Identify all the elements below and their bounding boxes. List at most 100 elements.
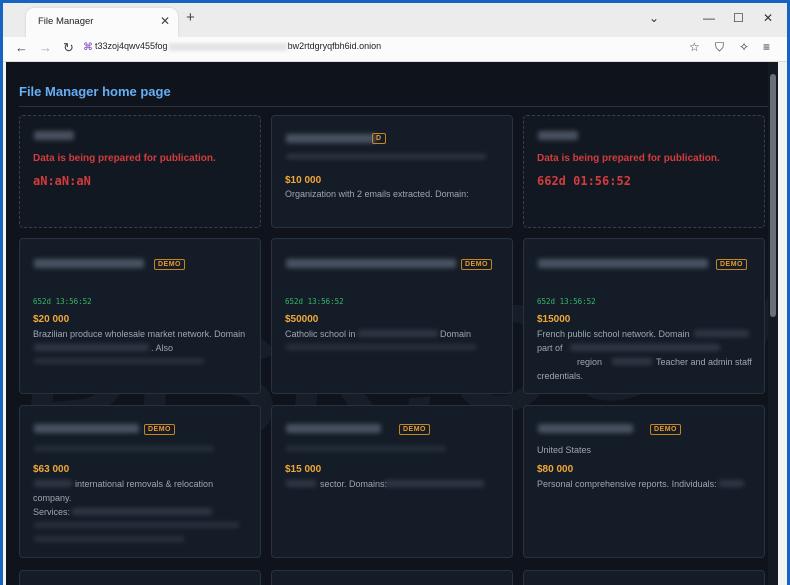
scrollbar[interactable] bbox=[768, 62, 778, 585]
menu-icon[interactable]: ≡ bbox=[763, 40, 770, 54]
description-line-1: sector. Domains: bbox=[320, 479, 388, 489]
price: $15000 bbox=[537, 314, 571, 325]
redacted-text bbox=[34, 536, 184, 542]
redacted-text bbox=[719, 480, 744, 487]
page-content: RISK.COM File Manager home page Data is … bbox=[6, 62, 778, 585]
reload-icon[interactable]: ↻ bbox=[63, 40, 74, 56]
redacted-title bbox=[538, 131, 578, 140]
card-9[interactable]: DEMO United States $80 000 Personal comp… bbox=[523, 405, 765, 558]
description-line-2: company. bbox=[33, 493, 72, 503]
close-window-icon[interactable]: ✕ bbox=[763, 11, 773, 25]
redacted-title bbox=[34, 259, 144, 268]
redacted-text bbox=[694, 330, 749, 337]
demo-badge: DEMO bbox=[144, 424, 175, 435]
description: Organization with 2 emails extracted. Do… bbox=[285, 189, 469, 199]
card-11[interactable] bbox=[271, 570, 513, 585]
redacted-text bbox=[72, 508, 212, 515]
description-line-1: Catholic school in bbox=[285, 329, 356, 339]
card-10[interactable] bbox=[19, 570, 261, 585]
description-line-1: Brazilian produce wholesale market netwo… bbox=[33, 329, 246, 339]
card-12[interactable] bbox=[523, 570, 765, 585]
description-line-3: region bbox=[577, 357, 603, 367]
browser-tab[interactable]: File Manager ✕ bbox=[26, 8, 178, 37]
countdown: aN:aN:aN bbox=[33, 174, 91, 188]
description-line-1: international removals & relocation bbox=[75, 479, 214, 489]
timer: 652d 13:56:52 bbox=[537, 297, 596, 306]
redacted-text bbox=[34, 480, 72, 487]
close-tab-icon[interactable]: ✕ bbox=[160, 14, 170, 28]
price: $50000 bbox=[285, 314, 319, 325]
price: $20 000 bbox=[33, 314, 70, 325]
redacted-title bbox=[538, 259, 708, 268]
minimize-icon[interactable]: — bbox=[703, 11, 715, 25]
countdown: 662d 01:56:52 bbox=[537, 174, 631, 188]
demo-badge: DEMO bbox=[461, 259, 492, 270]
new-tab-icon[interactable]: + bbox=[186, 9, 195, 26]
shield-icon[interactable]: ⛉ bbox=[715, 40, 724, 55]
preparing-notice: Data is being prepared for publication. bbox=[537, 153, 720, 164]
card-3[interactable]: Data is being prepared for publication. … bbox=[523, 115, 765, 228]
card-6[interactable]: DEMO 652d 13:56:52 $15000 French public … bbox=[523, 238, 765, 394]
redacted-text bbox=[358, 330, 438, 337]
card-4[interactable]: DEMO 652d 13:56:52 $20 000 Brazilian pro… bbox=[19, 238, 261, 394]
card-8[interactable]: DEMO $15 000 sector. Domains: bbox=[271, 405, 513, 558]
title-divider bbox=[19, 106, 768, 107]
tab-title: File Manager bbox=[38, 16, 94, 27]
forward-icon[interactable]: → bbox=[39, 40, 52, 55]
preparing-notice: Data is being prepared for publication. bbox=[33, 153, 216, 164]
price: $15 000 bbox=[285, 464, 322, 475]
description-line-5: credentials. bbox=[537, 371, 584, 381]
location: United States bbox=[537, 445, 592, 455]
redacted-text bbox=[34, 344, 149, 351]
redacted-subtitle bbox=[34, 446, 214, 451]
card-1[interactable]: Data is being prepared for publication. … bbox=[19, 115, 261, 228]
description-line-2: . Also bbox=[151, 343, 174, 353]
timer: 652d 13:56:52 bbox=[33, 297, 92, 306]
demo-badge: DEMO bbox=[650, 424, 681, 435]
redacted-text bbox=[612, 358, 652, 365]
redacted-text bbox=[34, 358, 204, 364]
redacted-text bbox=[34, 522, 239, 528]
redacted-text bbox=[286, 480, 316, 487]
redacted-text bbox=[570, 344, 720, 351]
extensions-icon[interactable]: ✧ bbox=[739, 40, 749, 54]
back-icon[interactable]: ← bbox=[15, 40, 28, 55]
demo-badge: DEMO bbox=[154, 259, 185, 270]
url-start: t33zoj4qwv455fog bbox=[95, 41, 168, 51]
description-line-1: French public school network. Domain bbox=[537, 329, 690, 339]
maximize-icon[interactable]: ☐ bbox=[733, 11, 744, 25]
url-redacted bbox=[168, 42, 287, 51]
description-line-2: part of bbox=[537, 343, 563, 353]
price: $80 000 bbox=[537, 464, 574, 475]
tab-list-chevron-icon[interactable]: ⌄ bbox=[649, 11, 659, 25]
page-title: File Manager home page bbox=[19, 84, 171, 99]
demo-badge: DEMO bbox=[399, 424, 430, 435]
price: $10 000 bbox=[285, 175, 322, 186]
redacted-title bbox=[286, 424, 381, 433]
redacted-text bbox=[384, 480, 484, 487]
description-line-3: Services: bbox=[33, 507, 71, 517]
description-line-1: Personal comprehensive reports. Individu… bbox=[537, 479, 717, 489]
redacted-title bbox=[538, 424, 633, 433]
price: $63 000 bbox=[33, 464, 70, 475]
redacted-text bbox=[286, 344, 476, 350]
description-line-4: Teacher and admin staff bbox=[656, 357, 752, 367]
redacted-subtitle bbox=[286, 154, 486, 159]
demo-badge: D bbox=[372, 133, 386, 144]
card-7[interactable]: DEMO $63 000 international removals & re… bbox=[19, 405, 261, 558]
demo-badge: DEMO bbox=[716, 259, 747, 270]
nav-toolbar: ← → ↻ ⌘ t33zoj4qwv455fog bw2rtdgryqfbh6id… bbox=[3, 37, 787, 62]
redacted-title bbox=[34, 131, 74, 140]
card-5[interactable]: DEMO 652d 13:56:52 $50000 Catholic schoo… bbox=[271, 238, 513, 394]
redacted-title bbox=[34, 424, 139, 433]
scrollbar-thumb[interactable] bbox=[770, 74, 776, 317]
redacted-title bbox=[286, 134, 376, 143]
redacted-subtitle bbox=[286, 446, 446, 451]
bookmark-star-icon[interactable]: ☆ bbox=[689, 40, 700, 54]
tab-strip: File Manager ✕ + ⌄ — ☐ ✕ bbox=[3, 3, 787, 37]
onion-icon: ⌘ bbox=[83, 42, 93, 53]
browser-window: File Manager ✕ + ⌄ — ☐ ✕ ← → ↻ ⌘ t33zoj4… bbox=[3, 3, 787, 585]
timer: 652d 13:56:52 bbox=[285, 297, 344, 306]
card-2[interactable]: D $10 000 Organization with 2 emails ext… bbox=[271, 115, 513, 228]
address-bar[interactable]: t33zoj4qwv455fog bw2rtdgryqfbh6id.onion bbox=[95, 41, 381, 51]
